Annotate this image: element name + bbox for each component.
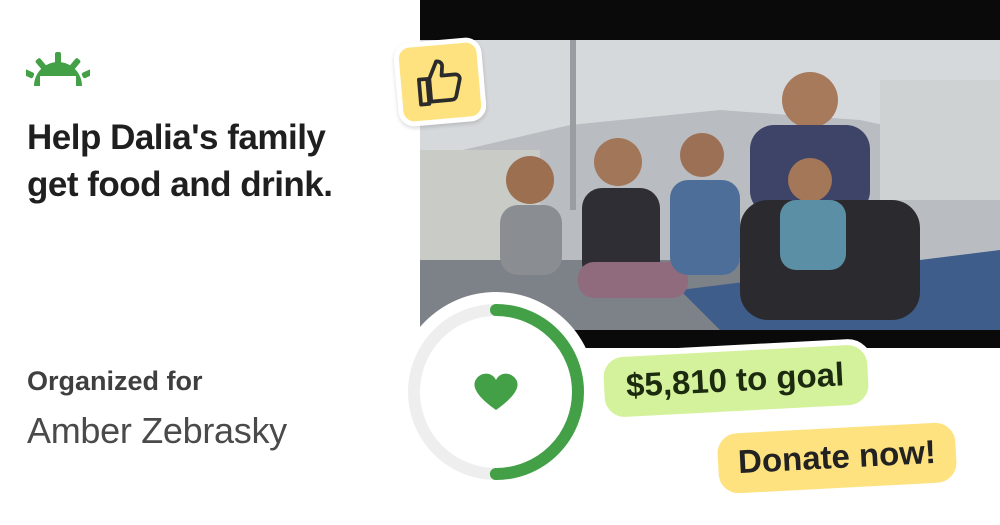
headline-line-2: get food and drink. [27,165,333,204]
headline-line-1: Help Dalia's family [27,118,326,157]
goal-remaining-badge: $5,810 to goal [596,337,876,425]
sunrise-logo-icon [26,52,90,90]
campaign-headline: Help Dalia's family get food and drink. [27,114,407,208]
thumbs-up-badge [392,36,488,128]
donate-now-button[interactable]: Donate now! [710,415,964,501]
thumbs-up-icon [417,59,462,107]
heart-icon [474,373,518,410]
donation-progress-ring [408,304,584,480]
left-panel: Help Dalia's family get food and drink. … [0,0,420,525]
organizer-name: Amber Zebrasky [27,410,287,451]
organized-for-label: Organized for [27,366,203,396]
